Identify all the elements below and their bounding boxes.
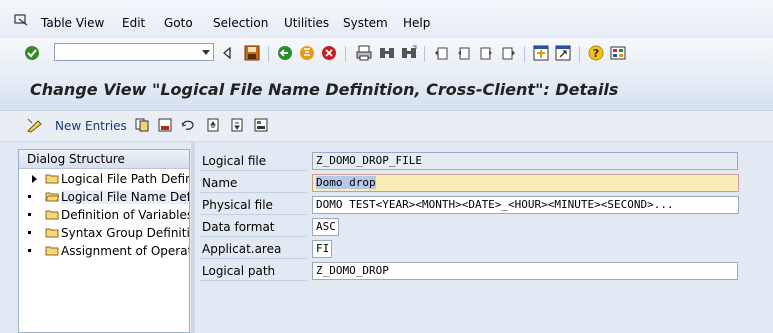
folder-icon xyxy=(45,174,59,184)
menu-system-icon[interactable] xyxy=(14,14,28,26)
exit-icon[interactable] xyxy=(298,44,316,62)
tree-item-label: Assignment of Operatir xyxy=(61,244,190,258)
open-folder-icon xyxy=(45,192,59,202)
logical-file-label: Logical file xyxy=(200,152,307,171)
name-field[interactable]: Domo drop xyxy=(312,174,739,192)
first-page-icon[interactable] xyxy=(433,44,451,62)
find-icon[interactable] xyxy=(378,44,396,62)
leaf-bullet-icon xyxy=(28,213,31,216)
last-page-icon[interactable] xyxy=(499,44,517,62)
shortcut-icon[interactable] xyxy=(554,44,572,62)
applicat-area-field[interactable]: FI xyxy=(312,240,332,258)
folder-icon xyxy=(45,210,59,220)
tree-item-label: Syntax Group Definitior xyxy=(61,226,190,240)
command-field[interactable] xyxy=(54,43,214,61)
folder-icon xyxy=(45,228,59,238)
logical-path-label: Logical path xyxy=(200,262,307,281)
next-page-icon[interactable] xyxy=(477,44,495,62)
cancel-icon[interactable] xyxy=(320,44,338,62)
previous-page-icon[interactable] xyxy=(455,44,473,62)
application-toolbar: New Entries xyxy=(0,111,773,142)
new-entries-button[interactable]: New Entries xyxy=(55,119,127,133)
name-field-value: Domo drop xyxy=(316,176,376,189)
panel-splitter[interactable] xyxy=(191,142,195,333)
chevron-down-icon[interactable] xyxy=(202,50,210,55)
copy-icon[interactable] xyxy=(135,118,149,132)
logical-path-field[interactable]: Z_DOMO_DROP xyxy=(312,262,738,280)
menu-utilities[interactable]: Utilities xyxy=(284,16,329,30)
layout-icon[interactable] xyxy=(609,44,627,62)
logical-file-field: Z_DOMO_DROP_FILE xyxy=(312,152,738,170)
edit-pen-icon[interactable] xyxy=(26,117,44,133)
page-title: Change View "Logical File Name Definitio… xyxy=(30,80,619,99)
menu-help[interactable]: Help xyxy=(403,16,430,30)
data-format-field[interactable]: ASC xyxy=(312,218,339,236)
data-format-label: Data format xyxy=(200,218,307,237)
leaf-bullet-icon xyxy=(28,195,31,198)
menu-selection[interactable]: Selection xyxy=(213,16,268,30)
tree-item-label: Logical File Name Defini xyxy=(61,190,189,204)
tree-item-file-name[interactable]: Logical File Name Defini xyxy=(19,188,189,206)
physical-file-field[interactable]: DOMO TEST<YEAR><MONTH><DATE>_<HOUR><MINU… xyxy=(312,196,739,214)
svg-text:?: ? xyxy=(593,47,599,60)
menu-table-view[interactable]: Table View xyxy=(41,16,104,30)
dialog-structure-tree: Dialog Structure Logical File Path Defin… xyxy=(18,149,190,333)
tree-item-syntax-group[interactable]: Syntax Group Definitior xyxy=(19,224,190,242)
back-arrow-icon[interactable] xyxy=(218,44,236,62)
save-icon[interactable] xyxy=(243,44,261,62)
leaf-bullet-icon xyxy=(28,231,31,234)
folder-icon xyxy=(45,246,59,256)
print-icon[interactable] xyxy=(355,44,373,62)
previous-entry-icon[interactable] xyxy=(206,118,220,132)
menu-bar: Table View Edit Goto Selection Utilities… xyxy=(0,0,773,39)
tree-item-variables[interactable]: Definition of Variables xyxy=(19,206,190,224)
tree-item-label: Definition of Variables xyxy=(61,208,190,222)
tree-item-file-path[interactable]: Logical File Path Definit xyxy=(19,170,190,188)
help-icon[interactable]: ? xyxy=(587,44,605,62)
leaf-bullet-icon xyxy=(28,249,31,252)
expand-arrow-icon[interactable] xyxy=(32,175,37,183)
select-all-icon[interactable] xyxy=(254,118,268,132)
delete-icon[interactable] xyxy=(158,118,172,132)
tree-item-assignment[interactable]: Assignment of Operatir xyxy=(19,242,190,260)
tree-item-label: Logical File Path Definit xyxy=(61,172,190,186)
enter-icon[interactable] xyxy=(23,44,41,62)
next-entry-icon[interactable] xyxy=(230,118,244,132)
menu-goto[interactable]: Goto xyxy=(164,16,193,30)
name-label: Name xyxy=(200,174,307,193)
applicat-area-label: Applicat.area xyxy=(200,240,307,259)
physical-file-label: Physical file xyxy=(200,196,307,215)
create-session-icon[interactable] xyxy=(532,44,550,62)
menu-edit[interactable]: Edit xyxy=(122,16,145,30)
tree-header: Dialog Structure xyxy=(19,150,189,169)
undo-icon[interactable] xyxy=(181,118,195,132)
back-icon[interactable] xyxy=(276,44,294,62)
menu-system[interactable]: System xyxy=(343,16,388,30)
find-next-icon[interactable] xyxy=(400,44,418,62)
